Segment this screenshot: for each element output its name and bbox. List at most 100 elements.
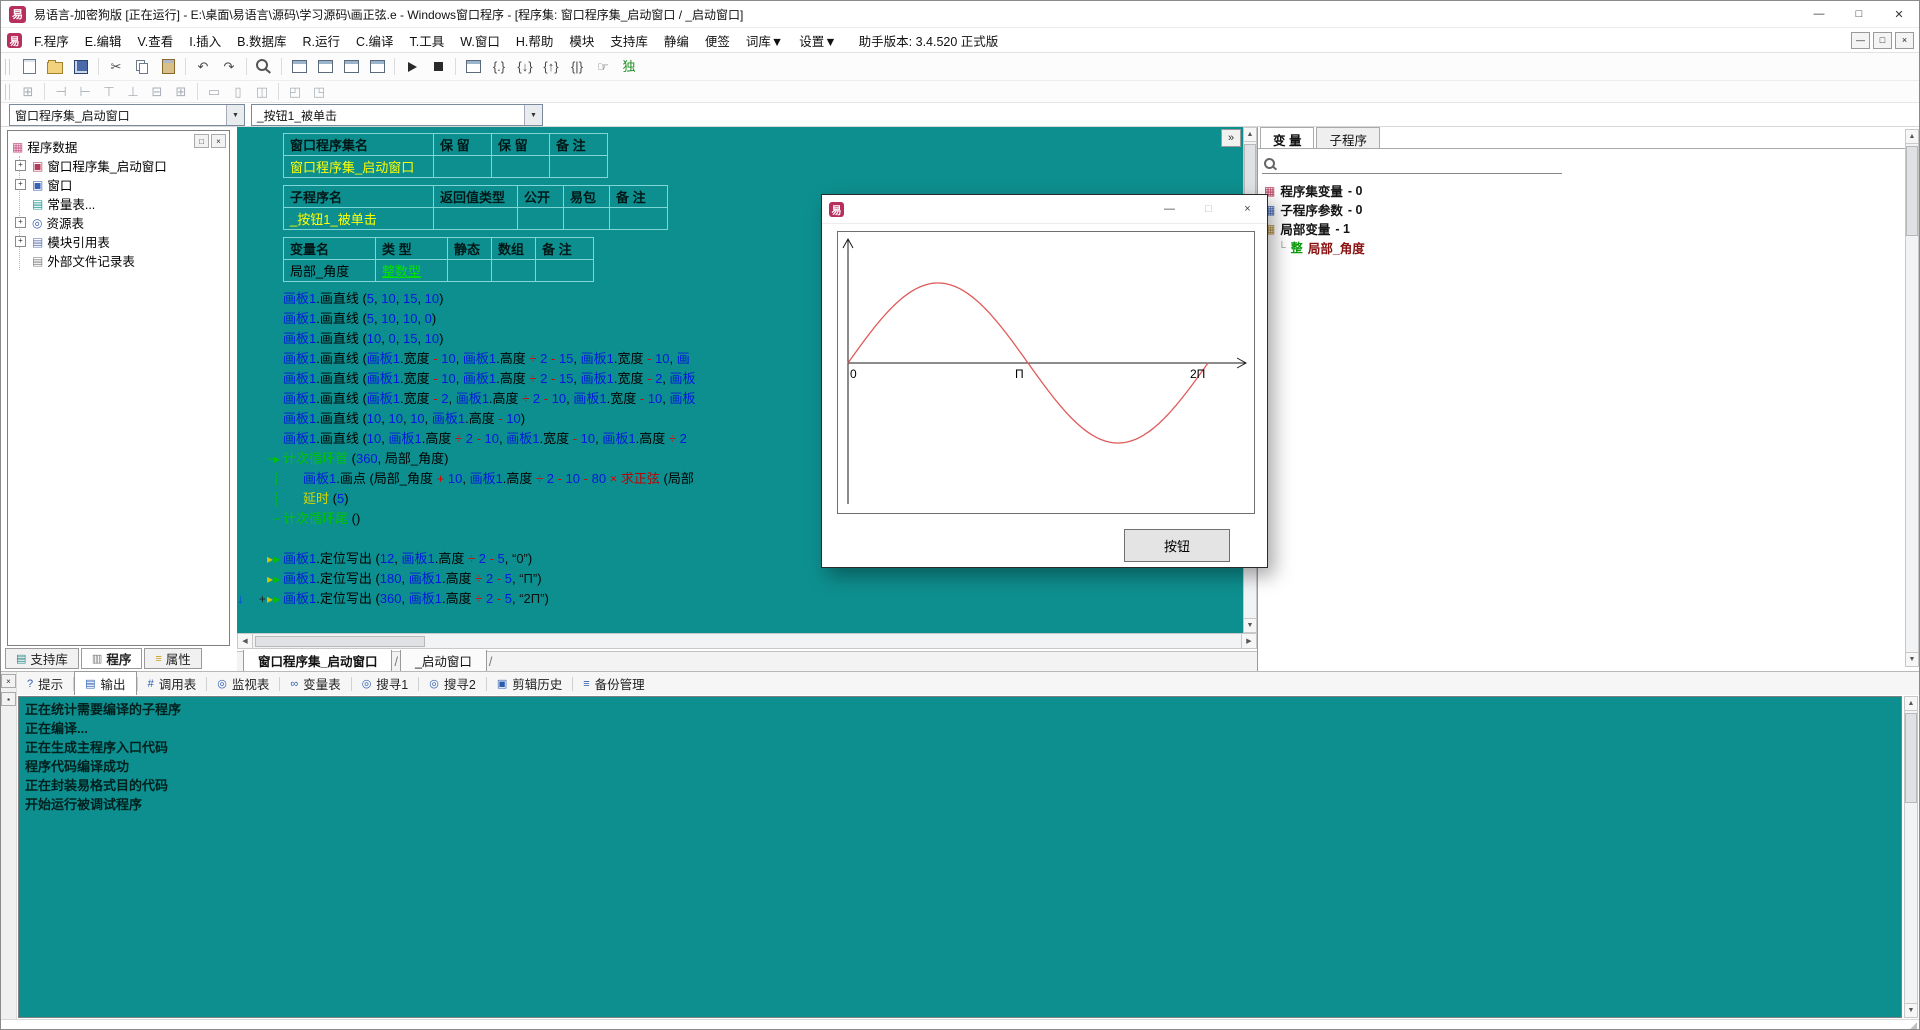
menu-item[interactable]: 静编 <box>656 28 697 53</box>
menu-item[interactable]: E.编辑 <box>77 28 130 53</box>
new-button[interactable] <box>17 56 41 77</box>
program-close-button[interactable]: × <box>1228 195 1267 223</box>
table-value-cell[interactable] <box>492 156 550 178</box>
left-tab-支持库[interactable]: ▤支持库 <box>5 648 79 669</box>
output-tab-调用表[interactable]: #调用表 <box>138 672 207 695</box>
menu-item[interactable]: C.编译 <box>348 28 402 53</box>
align-left-button[interactable]: ⊣ <box>50 81 72 102</box>
expand-icon[interactable]: + <box>15 217 26 228</box>
window-split-1-button[interactable] <box>287 56 311 77</box>
output-tab-剪辑历史[interactable]: ▣剪辑历史 <box>487 672 572 695</box>
output-pin-button[interactable]: ▪ <box>1 692 16 706</box>
save-button[interactable] <box>69 56 93 77</box>
mdi-restore-button[interactable]: □ <box>1873 32 1892 49</box>
table-value-cell[interactable] <box>492 260 536 282</box>
table-value-row[interactable]: _按钮1_被单击 <box>284 208 668 230</box>
open-button[interactable] <box>43 56 67 77</box>
minimize-button[interactable]: — <box>1799 1 1839 27</box>
tree-item[interactable]: +◎资源表 <box>32 213 225 232</box>
menu-item[interactable]: T.工具 <box>402 28 453 53</box>
scroll-left-button[interactable]: ◀ <box>238 634 253 648</box>
same-size-button[interactable]: ◫ <box>251 81 273 102</box>
scroll-up-button[interactable]: ▲ <box>1906 130 1918 144</box>
table-value-cell[interactable] <box>610 208 668 230</box>
tree-item[interactable]: +▣窗口 <box>32 175 225 194</box>
undo-button[interactable]: ↶ <box>191 56 215 77</box>
table-value-cell[interactable]: 窗口程序集_启动窗口 <box>284 156 434 178</box>
collapse-right-panel-button[interactable]: » <box>1221 129 1241 147</box>
table-value-cell[interactable] <box>564 208 610 230</box>
table-value-cell[interactable]: 局部_角度 <box>284 260 376 282</box>
output-tab-备份管理[interactable]: ≡备份管理 <box>573 672 654 695</box>
program-window[interactable]: 易 — □ × 0Π2Π 按钮 <box>821 194 1268 568</box>
step-out-button[interactable]: {↑} <box>539 56 563 77</box>
expand-icon[interactable]: + <box>15 236 26 247</box>
output-scrollbar[interactable]: ▲ ▼ <box>1904 696 1918 1018</box>
menu-item[interactable]: 便签 <box>697 28 738 53</box>
toolbar-grip[interactable] <box>5 59 10 75</box>
search-input[interactable] <box>1281 153 1562 173</box>
menu-item[interactable]: R.运行 <box>294 28 348 53</box>
menu-item[interactable]: 支持库 <box>602 28 656 53</box>
output-tab-提示[interactable]: ?提示 <box>17 672 73 695</box>
program-maximize-button[interactable]: □ <box>1189 195 1228 223</box>
space-vertical-button[interactable]: ◳ <box>308 81 330 102</box>
close-button[interactable]: ✕ <box>1879 1 1919 27</box>
copy-button[interactable] <box>130 56 154 77</box>
scroll-down-button[interactable]: ▼ <box>1244 618 1256 632</box>
output-tab-输出[interactable]: ▤输出 <box>74 671 136 696</box>
stop-button[interactable] <box>426 56 450 77</box>
output-close-button[interactable]: × <box>1 674 16 688</box>
paste-button[interactable] <box>156 56 180 77</box>
align-bottom-button[interactable]: ⊥ <box>122 81 144 102</box>
tree-item[interactable]: ▤外部文件记录表 <box>32 251 225 270</box>
center-horizontal-button[interactable]: ⊟ <box>146 81 168 102</box>
step-over-button[interactable]: {.} <box>487 56 511 77</box>
pan-hand-button[interactable]: ☞ <box>591 56 615 77</box>
run-to-cursor-button[interactable]: {|} <box>565 56 589 77</box>
variables-tree-item[interactable]: ▦程序集变量- 0 <box>1264 181 1365 200</box>
editor-tab[interactable]: _启动窗口 <box>400 650 487 673</box>
same-width-button[interactable]: ▭ <box>203 81 225 102</box>
menu-item[interactable]: W.窗口 <box>452 28 508 53</box>
program-button[interactable]: 按钮 <box>1124 529 1230 562</box>
cut-button[interactable]: ✂ <box>104 56 128 77</box>
grid-button[interactable]: ⊞ <box>17 81 39 102</box>
table-value-cell[interactable] <box>536 260 594 282</box>
redo-button[interactable]: ↷ <box>217 56 241 77</box>
maximize-button[interactable]: □ <box>1839 1 1879 27</box>
scroll-up-button[interactable]: ▲ <box>1905 697 1917 711</box>
left-tab-程序[interactable]: ▥程序 <box>81 648 142 669</box>
scroll-up-button[interactable]: ▲ <box>1244 128 1256 142</box>
variables-tree-item[interactable]: ▦子程序参数- 0 <box>1264 200 1365 219</box>
align-right-button[interactable]: ⊢ <box>74 81 96 102</box>
editor-tab[interactable]: 窗口程序集_启动窗口 <box>243 650 392 673</box>
variable-item[interactable]: └整局部_角度 <box>1264 238 1365 257</box>
output-tab-搜寻2[interactable]: ◎搜寻2 <box>419 672 486 695</box>
toolbar-grip[interactable] <box>5 84 10 100</box>
output-tab-监视表[interactable]: ◎监视表 <box>207 672 279 695</box>
mdi-close-button[interactable]: × <box>1895 32 1914 49</box>
right-tab-变 量[interactable]: 变 量 <box>1260 127 1314 148</box>
tree-item[interactable]: +▤模块引用表 <box>32 232 225 251</box>
output-tab-搜寻1[interactable]: ◎搜寻1 <box>352 672 419 695</box>
table-value-cell[interactable] <box>448 260 492 282</box>
table-value-row[interactable]: 局部_角度整数型 <box>284 260 594 282</box>
debug-window-button[interactable] <box>461 56 485 77</box>
dropdown-arrow-icon[interactable]: ▼ <box>524 105 542 125</box>
output-scroll-thumb[interactable] <box>1905 713 1917 803</box>
menu-item[interactable]: 设置▼ <box>791 28 844 53</box>
table-value-cell[interactable] <box>434 208 518 230</box>
menu-item[interactable]: 词库▼ <box>738 28 791 53</box>
window-split-3-button[interactable] <box>339 56 363 77</box>
center-vertical-button[interactable]: ⊞ <box>170 81 192 102</box>
table-value-row[interactable]: 窗口程序集_启动窗口 <box>284 156 608 178</box>
window-split-4-button[interactable] <box>365 56 389 77</box>
scroll-down-button[interactable]: ▼ <box>1905 1003 1917 1017</box>
table-value-cell[interactable] <box>434 156 492 178</box>
tree-item[interactable]: +▣窗口程序集_启动窗口 <box>32 156 225 175</box>
editor-hscroll-thumb[interactable] <box>255 636 425 647</box>
dropdown-arrow-icon[interactable]: ▼ <box>226 105 244 125</box>
subroutine-combobox[interactable]: _按钮1_被单击 ▼ <box>251 104 543 126</box>
resize-grip[interactable]: ◢ <box>1910 1020 1917 1030</box>
